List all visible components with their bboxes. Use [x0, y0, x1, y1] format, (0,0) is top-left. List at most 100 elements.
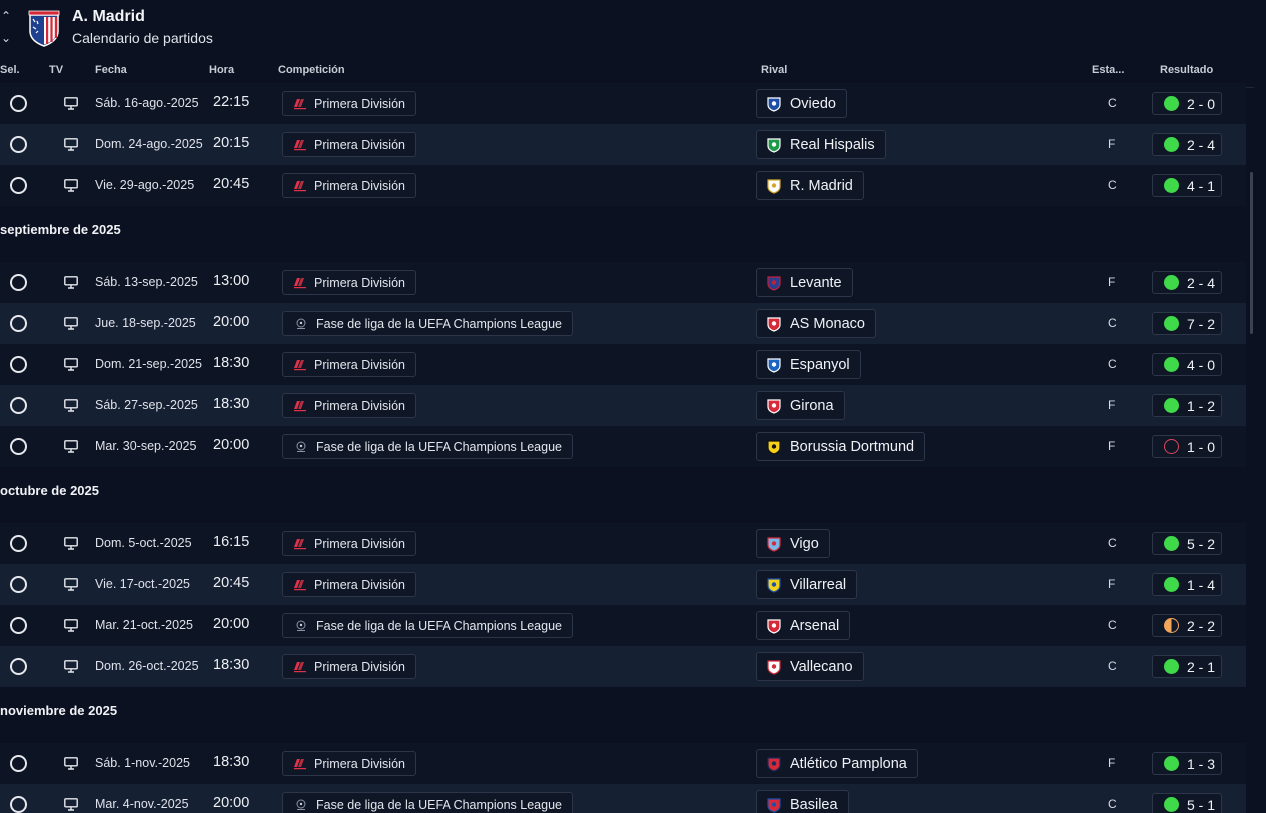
- match-time: 20:00: [213, 795, 250, 811]
- tv-icon: [64, 399, 78, 412]
- competition-chip[interactable]: Primera División: [282, 352, 416, 377]
- select-radio[interactable]: [10, 617, 27, 634]
- table-row[interactable]: Sáb. 1-nov.-2025 18:30 Primera División Atl…: [0, 743, 1246, 784]
- chevron-up-icon[interactable]: ⌃: [0, 10, 12, 22]
- select-radio[interactable]: [10, 136, 27, 153]
- competition-chip[interactable]: Primera División: [282, 393, 416, 418]
- result-chip[interactable]: 1 - 4: [1152, 573, 1222, 596]
- rival-chip[interactable]: AS Monaco: [756, 309, 876, 338]
- result-win-icon: [1164, 536, 1179, 551]
- rival-name: Vigo: [790, 535, 819, 552]
- select-radio[interactable]: [10, 438, 27, 455]
- competition-chip[interactable]: Primera División: [282, 572, 416, 597]
- table-row[interactable]: Sáb. 16-ago.-2025 22:15 Primera División Ov…: [0, 83, 1246, 124]
- rival-chip[interactable]: Espanyol: [756, 350, 861, 379]
- table-row[interactable]: Jue. 18-sep.-2025 20:00 Fase de liga de la…: [0, 303, 1246, 344]
- table-row[interactable]: Mar. 30-sep.-2025 20:00 Fase de liga de la…: [0, 426, 1246, 467]
- select-radio[interactable]: [10, 755, 27, 772]
- result-chip[interactable]: 4 - 0: [1152, 353, 1222, 376]
- result-chip[interactable]: 2 - 4: [1152, 133, 1222, 156]
- column-header-resultado[interactable]: Resultado: [1160, 64, 1213, 76]
- result-chip[interactable]: 1 - 3: [1152, 752, 1222, 775]
- competition-chip[interactable]: Fase de liga de la UEFA Champions League: [282, 434, 573, 459]
- result-chip[interactable]: 1 - 0: [1152, 435, 1222, 458]
- venue-indicator: C: [1108, 96, 1117, 110]
- rival-chip[interactable]: Oviedo: [756, 89, 847, 118]
- table-row[interactable]: Dom. 21-sep.-2025 18:30 Primera División Es…: [0, 344, 1246, 385]
- select-radio[interactable]: [10, 95, 27, 112]
- select-radio[interactable]: [10, 356, 27, 373]
- chevron-down-icon[interactable]: ⌄: [0, 32, 12, 44]
- result-chip[interactable]: 7 - 2: [1152, 312, 1222, 335]
- competition-chip[interactable]: Primera División: [282, 132, 416, 157]
- competition-chip[interactable]: Fase de liga de la UEFA Champions League: [282, 792, 573, 813]
- competition-chip[interactable]: Primera División: [282, 173, 416, 198]
- competition-chip[interactable]: Fase de liga de la UEFA Champions League: [282, 311, 573, 336]
- match-time: 20:45: [213, 176, 250, 192]
- select-radio[interactable]: [10, 576, 27, 593]
- competition-chip[interactable]: Primera División: [282, 91, 416, 116]
- match-time: 20:00: [213, 437, 250, 453]
- result-chip[interactable]: 2 - 1: [1152, 655, 1222, 678]
- match-date: Dom. 21-sep.-2025: [95, 357, 203, 371]
- result-chip[interactable]: 2 - 4: [1152, 271, 1222, 294]
- result-chip[interactable]: 5 - 1: [1152, 793, 1222, 813]
- page-header: ⌃ ⌄ A. Madrid Calendario de partidos: [0, 0, 1266, 56]
- rival-chip[interactable]: Real Hispalis: [756, 130, 886, 159]
- result-chip[interactable]: 2 - 2: [1152, 614, 1222, 637]
- rival-chip[interactable]: R. Madrid: [756, 171, 864, 200]
- competition-label: Primera División: [314, 137, 405, 152]
- rival-chip[interactable]: Vallecano: [756, 652, 864, 681]
- rival-chip[interactable]: Borussia Dortmund: [756, 432, 926, 461]
- table-row[interactable]: Vie. 17-oct.-2025 20:45 Primera División Vi…: [0, 564, 1246, 605]
- rival-chip[interactable]: Levante: [756, 268, 853, 297]
- table-row[interactable]: Mar. 21-oct.-2025 20:00 Fase de liga de la…: [0, 605, 1246, 646]
- table-row[interactable]: Mar. 4-nov.-2025 20:00 Fase de liga de la …: [0, 784, 1246, 813]
- column-header-hora[interactable]: Hora: [209, 64, 234, 76]
- result-chip[interactable]: 5 - 2: [1152, 532, 1222, 555]
- select-radio[interactable]: [10, 315, 27, 332]
- column-header-rival[interactable]: Rival: [761, 64, 787, 76]
- rival-chip[interactable]: Vigo: [756, 529, 830, 558]
- select-radio[interactable]: [10, 274, 27, 291]
- table-row[interactable]: Dom. 26-oct.-2025 18:30 Primera División Va…: [0, 646, 1246, 687]
- result-chip[interactable]: 2 - 0: [1152, 92, 1222, 115]
- select-radio[interactable]: [10, 177, 27, 194]
- match-time: 13:00: [213, 273, 250, 289]
- table-row[interactable]: Sáb. 27-sep.-2025 18:30 Primera División Gi…: [0, 385, 1246, 426]
- rival-chip[interactable]: Girona: [756, 391, 845, 420]
- rival-chip[interactable]: Atlético Pamplona: [756, 749, 918, 778]
- match-time: 18:30: [213, 396, 250, 412]
- select-radio[interactable]: [10, 658, 27, 675]
- table-row[interactable]: Sáb. 13-sep.-2025 13:00 Primera División Le…: [0, 262, 1246, 303]
- competition-label: Primera División: [314, 178, 405, 193]
- competition-chip[interactable]: Primera División: [282, 751, 416, 776]
- competition-chip[interactable]: Primera División: [282, 531, 416, 556]
- table-row[interactable]: Dom. 24-ago.-2025 20:15 Primera División Re…: [0, 124, 1246, 165]
- column-header-sel[interactable]: Sel.: [0, 64, 20, 76]
- month-divider: septiembre de 2025: [0, 206, 1246, 262]
- venue-indicator: F: [1108, 137, 1116, 151]
- ucl-icon: [291, 317, 311, 331]
- competition-chip[interactable]: Primera División: [282, 270, 416, 295]
- rival-chip[interactable]: Villarreal: [756, 570, 858, 599]
- match-date: Dom. 5-oct.-2025: [95, 536, 192, 550]
- column-header-competicion[interactable]: Competición: [278, 64, 345, 76]
- result-chip[interactable]: 1 - 2: [1152, 394, 1222, 417]
- competition-chip[interactable]: Primera División: [282, 654, 416, 679]
- column-header-estado[interactable]: Esta...: [1092, 64, 1124, 76]
- rival-chip[interactable]: Basilea: [756, 790, 849, 813]
- select-radio[interactable]: [10, 397, 27, 414]
- column-header-tv[interactable]: TV: [49, 64, 63, 76]
- rival-chip[interactable]: Arsenal: [756, 611, 851, 640]
- match-score: 4 - 1: [1187, 177, 1216, 194]
- result-chip[interactable]: 4 - 1: [1152, 174, 1222, 197]
- table-row[interactable]: Vie. 29-ago.-2025 20:45 Primera División R.…: [0, 165, 1246, 206]
- table-row[interactable]: Dom. 5-oct.-2025 16:15 Primera División Vig…: [0, 523, 1246, 564]
- scrollbar-thumb[interactable]: [1250, 172, 1253, 334]
- competition-chip[interactable]: Fase de liga de la UEFA Champions League: [282, 613, 573, 638]
- select-radio[interactable]: [10, 796, 27, 813]
- column-header-fecha[interactable]: Fecha: [95, 64, 127, 76]
- match-score: 4 - 0: [1187, 356, 1216, 373]
- select-radio[interactable]: [10, 535, 27, 552]
